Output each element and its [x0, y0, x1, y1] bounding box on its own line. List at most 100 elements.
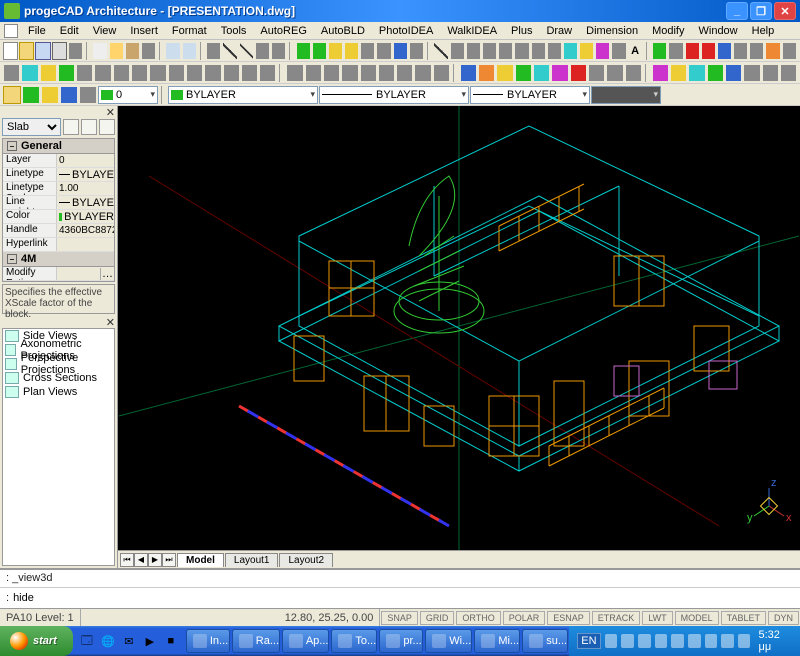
tool-c-icon[interactable]: [271, 42, 286, 60]
zoomall-icon[interactable]: [344, 42, 359, 60]
erase-icon[interactable]: [3, 64, 20, 82]
menu-autobld[interactable]: AutoBLD: [315, 24, 371, 38]
modify-browse-icon[interactable]: …: [100, 268, 114, 280]
menu-window[interactable]: Window: [693, 24, 744, 38]
line-icon[interactable]: [222, 42, 237, 60]
block-icon[interactable]: [595, 42, 610, 60]
views-close-icon[interactable]: ✕: [106, 316, 115, 326]
stair-icon[interactable]: [533, 64, 550, 82]
prop-row-layer[interactable]: Layer0: [3, 154, 114, 168]
tray-icon[interactable]: [688, 634, 701, 648]
task-button[interactable]: Ra...: [232, 629, 280, 653]
task-button[interactable]: In...: [186, 629, 230, 653]
tray-icon[interactable]: [605, 634, 618, 648]
copy-icon[interactable]: [109, 42, 124, 60]
task-button[interactable]: To...: [331, 629, 377, 653]
scale-icon[interactable]: [131, 64, 148, 82]
move-icon[interactable]: [94, 64, 111, 82]
prop-group-4m[interactable]: –4M: [3, 252, 114, 267]
menu-edit[interactable]: Edit: [54, 24, 85, 38]
menu-view[interactable]: View: [87, 24, 123, 38]
snap-mid-icon[interactable]: [305, 64, 322, 82]
tab-nav-prev-icon[interactable]: ◀: [134, 553, 148, 567]
zoomext-icon[interactable]: [376, 42, 391, 60]
status-etrack[interactable]: ETRACK: [592, 611, 641, 625]
menu-format[interactable]: Format: [166, 24, 213, 38]
properties-close-icon[interactable]: ✕: [106, 106, 115, 116]
layerfrz-icon[interactable]: [41, 86, 59, 104]
tab-model[interactable]: Model: [177, 553, 224, 567]
new-icon[interactable]: [3, 42, 18, 60]
print-icon[interactable]: [52, 42, 67, 60]
status-grid[interactable]: GRID: [420, 611, 455, 625]
tray-icon[interactable]: [721, 634, 734, 648]
pickadd-icon[interactable]: [81, 119, 97, 135]
point-icon[interactable]: [531, 42, 546, 60]
layermgr-icon[interactable]: [3, 86, 21, 104]
tray-icon[interactable]: [738, 634, 751, 648]
tab-nav-last-icon[interactable]: ⏭: [162, 553, 176, 567]
break-icon[interactable]: [204, 64, 221, 82]
zoomprev-icon[interactable]: [360, 42, 375, 60]
menu-file[interactable]: File: [22, 24, 52, 38]
bold-icon[interactable]: A: [628, 42, 643, 60]
slab-icon[interactable]: [588, 64, 605, 82]
menu-dimension[interactable]: Dimension: [580, 24, 644, 38]
selectobj-icon[interactable]: [99, 119, 115, 135]
tool-b-icon[interactable]: [255, 42, 270, 60]
grid-icon[interactable]: [685, 42, 700, 60]
stretch-icon[interactable]: [149, 64, 166, 82]
view-item-plan[interactable]: Plan Views: [3, 385, 114, 399]
insert-icon[interactable]: [611, 42, 626, 60]
match-icon[interactable]: [141, 42, 156, 60]
paste-icon[interactable]: [125, 42, 140, 60]
status-dyn[interactable]: DYN: [768, 611, 799, 625]
snap-int-icon[interactable]: [323, 64, 340, 82]
door-icon[interactable]: [478, 64, 495, 82]
tray-icon[interactable]: [621, 634, 634, 648]
props-icon[interactable]: [749, 42, 764, 60]
preview-icon[interactable]: [68, 42, 83, 60]
menu-tools[interactable]: Tools: [215, 24, 253, 38]
tray-icon[interactable]: [655, 634, 668, 648]
rect-icon[interactable]: [482, 42, 497, 60]
status-tablet[interactable]: TABLET: [721, 611, 766, 625]
tool-a-icon[interactable]: [206, 42, 221, 60]
camera-icon[interactable]: [707, 64, 724, 82]
ql-app-icon[interactable]: ■: [161, 630, 181, 652]
color-combo[interactable]: ▾: [591, 86, 661, 104]
menu-insert[interactable]: Insert: [124, 24, 164, 38]
regen-icon[interactable]: [409, 42, 424, 60]
mirror-icon[interactable]: [40, 64, 57, 82]
render-icon[interactable]: [652, 64, 669, 82]
zoom-icon[interactable]: [312, 42, 327, 60]
layers-icon[interactable]: [717, 42, 732, 60]
command-input[interactable]: [13, 592, 794, 604]
tray-icon[interactable]: [705, 634, 718, 648]
task-button[interactable]: su...: [522, 629, 568, 653]
layeron-icon[interactable]: [22, 86, 40, 104]
menu-draw[interactable]: Draw: [540, 24, 578, 38]
trim-icon[interactable]: [168, 64, 185, 82]
prop-row-modify[interactable]: Modify Enti...…: [3, 267, 114, 281]
rotate-icon[interactable]: [113, 64, 130, 82]
prop-row-lweight[interactable]: Line weightBYLAYE: [3, 196, 114, 210]
prop-row-linetype[interactable]: LinetypeBYLAYE: [3, 168, 114, 182]
save-icon[interactable]: [35, 42, 50, 60]
copy2-icon[interactable]: [21, 64, 38, 82]
status-snap[interactable]: SNAP: [381, 611, 418, 625]
close-button[interactable]: ✕: [774, 2, 796, 20]
snap-tan-icon[interactable]: [378, 64, 395, 82]
ql-media-icon[interactable]: ▶: [140, 630, 160, 652]
zoomwin-icon[interactable]: [328, 42, 343, 60]
lib-icon[interactable]: [625, 64, 642, 82]
status-esnap[interactable]: ESNAP: [547, 611, 590, 625]
prop-group-general[interactable]: –General: [3, 139, 114, 154]
beam-icon[interactable]: [570, 64, 587, 82]
dim-icon[interactable]: [579, 42, 594, 60]
undo-icon[interactable]: [165, 42, 180, 60]
tray-clock[interactable]: 5:32 μμ: [758, 629, 792, 653]
chamfer-icon[interactable]: [241, 64, 258, 82]
tray-lang[interactable]: EN: [577, 633, 600, 649]
snap-set-icon[interactable]: [433, 64, 450, 82]
